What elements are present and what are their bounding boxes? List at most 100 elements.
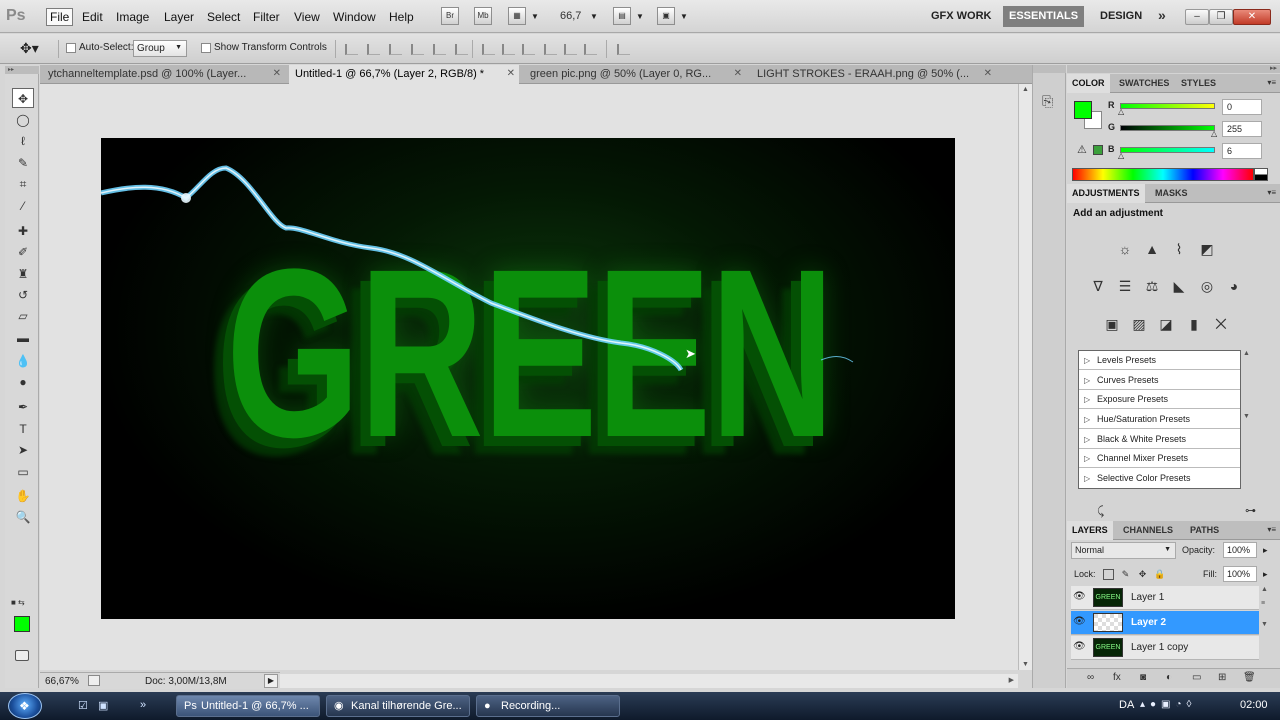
move-tool-icon[interactable]: ✥	[12, 88, 34, 108]
foreground-color-swatch[interactable]	[14, 616, 30, 632]
path-selection-tool-icon[interactable]: ➤	[12, 440, 34, 460]
distribute-hcenter-icon[interactable]	[564, 44, 577, 55]
posterize-icon[interactable]: ▨	[1129, 315, 1149, 333]
doc-tab-ytchanneltemplate[interactable]: ytchanneltemplate.psd @ 100% (Layer... ✕	[42, 65, 285, 84]
blend-mode-dropdown[interactable]: Normal ▼	[1071, 542, 1176, 559]
black-white-icon[interactable]: ◣	[1169, 277, 1189, 295]
auto-align-layers-icon[interactable]	[617, 44, 630, 55]
align-top-icon[interactable]	[345, 44, 358, 55]
gamut-warning-icon[interactable]: ⚠	[1077, 143, 1087, 156]
slider-thumb-icon[interactable]: △	[1211, 129, 1217, 138]
close-button[interactable]: ✕	[1233, 9, 1271, 25]
tab-channels[interactable]: CHANNELS	[1118, 521, 1178, 540]
channel-g-slider[interactable]	[1120, 125, 1215, 131]
blur-tool-icon[interactable]: 💧	[12, 351, 34, 371]
taskbar-recording[interactable]: ● Recording...	[476, 695, 620, 717]
zoom-level-field[interactable]: 66,7	[560, 10, 581, 22]
eyedropper-tool-icon[interactable]: ⁄	[12, 196, 34, 216]
tab-paths[interactable]: PATHS	[1185, 521, 1224, 540]
doc-tab-green-pic[interactable]: green pic.png @ 50% (Layer 0, RG... ✕	[524, 65, 746, 84]
vibrance-icon[interactable]: ∇	[1088, 277, 1108, 295]
lock-transparent-icon[interactable]	[1103, 569, 1114, 580]
visibility-eye-icon[interactable]: 👁	[1073, 616, 1086, 627]
channel-r-slider[interactable]	[1120, 103, 1215, 109]
panel-menu-icon[interactable]: ▾≡	[1267, 188, 1276, 197]
workspace-design[interactable]: DESIGN	[1094, 6, 1148, 27]
presets-scrollbar[interactable]: ▲ ▼	[1243, 350, 1253, 489]
photo-filter-icon[interactable]: ◎	[1197, 277, 1217, 295]
visibility-eye-icon[interactable]: 👁	[1073, 591, 1086, 602]
tab-styles[interactable]: STYLES	[1176, 74, 1221, 93]
shape-tool-icon[interactable]: ▭	[12, 462, 34, 482]
brush-tool-icon[interactable]: ✐	[12, 242, 34, 262]
canvas-workspace[interactable]: GREEN ➤	[40, 84, 1018, 670]
fill-field[interactable]: 100%	[1223, 566, 1257, 582]
brightness-contrast-icon[interactable]: ☼	[1115, 240, 1135, 258]
menu-filter[interactable]: Filter	[253, 10, 280, 24]
hue-saturation-icon[interactable]: ☰	[1115, 277, 1135, 295]
view-extras-button[interactable]: ▦	[508, 7, 526, 25]
close-tab-icon[interactable]: ✕	[273, 65, 281, 83]
distribute-vcenter-icon[interactable]	[502, 44, 515, 55]
foreground-color-swatch[interactable]	[1074, 101, 1092, 119]
distribute-left-icon[interactable]	[544, 44, 557, 55]
scroll-up-icon[interactable]: ▲	[1022, 86, 1029, 93]
taskbar-clock[interactable]: 02:00	[1240, 699, 1268, 711]
crop-tool-icon[interactable]: ⌗	[12, 174, 34, 194]
opacity-arrow-icon[interactable]: ▸	[1263, 545, 1268, 556]
channel-b-value[interactable]: 6	[1222, 143, 1262, 159]
curves-icon[interactable]: ⌇	[1169, 240, 1189, 258]
move-tool-preset-icon[interactable]: ✥▾	[20, 40, 39, 57]
launch-bridge-button[interactable]: Br	[441, 7, 459, 25]
selective-color-icon[interactable]: ⨉	[1211, 315, 1231, 333]
align-right-icon[interactable]	[455, 44, 468, 55]
adjustment-options-icon[interactable]: ⊶	[1245, 504, 1256, 517]
launch-minibridge-button[interactable]: Mb	[474, 7, 492, 25]
layer-row-layer-1[interactable]: 👁 GREEN Layer 1	[1071, 586, 1259, 610]
adjustment-layer-icon[interactable]: ◐	[1166, 672, 1172, 683]
default-colors-icon[interactable]: ■ ⇆	[11, 598, 25, 607]
layers-scrollbar[interactable]: ▲ ≡ ▼	[1261, 586, 1271, 661]
gamut-swatch[interactable]	[1093, 145, 1103, 155]
menu-layer[interactable]: Layer	[164, 10, 194, 24]
menu-view[interactable]: View	[294, 10, 320, 24]
workspace-gfx-work[interactable]: GFX WORK	[925, 6, 998, 27]
distribute-right-icon[interactable]	[584, 44, 597, 55]
channel-r-value[interactable]: 0	[1222, 99, 1262, 115]
levels-icon[interactable]: ▲	[1142, 240, 1162, 258]
add-mask-icon[interactable]: ◙	[1140, 672, 1146, 683]
channel-b-slider[interactable]	[1120, 147, 1215, 153]
zoom-caret-icon[interactable]: ▼	[590, 12, 598, 21]
system-tray-icons[interactable]: ▴●▣◔◊	[1140, 699, 1197, 710]
align-bottom-icon[interactable]	[389, 44, 402, 55]
link-layers-icon[interactable]: ∞	[1087, 672, 1094, 683]
show-transform-checkbox[interactable]	[201, 43, 211, 53]
channel-g-value[interactable]: 255	[1222, 121, 1262, 137]
menu-file[interactable]: File	[46, 8, 74, 26]
distribute-top-icon[interactable]	[482, 44, 495, 55]
preset-channel-mixer[interactable]: ▷ Channel Mixer Presets	[1079, 449, 1240, 468]
invert-icon[interactable]: ▣	[1102, 315, 1122, 333]
history-brush-tool-icon[interactable]: ↺	[12, 285, 34, 305]
tab-swatches[interactable]: SWATCHES	[1114, 74, 1174, 93]
auto-select-dropdown[interactable]: Group ▼	[133, 40, 187, 57]
collapse-tools-icon[interactable]: ▸▸	[5, 66, 39, 74]
clone-stamp-tool-icon[interactable]: ♜	[12, 264, 34, 284]
workspace-more-icon[interactable]: »	[1158, 7, 1166, 23]
opacity-field[interactable]: 100%	[1223, 542, 1257, 558]
view-extras-caret-icon[interactable]: ▼	[531, 12, 539, 21]
lock-all-icon[interactable]: 🔒	[1154, 569, 1165, 580]
preset-exposure[interactable]: ▷ Exposure Presets	[1079, 390, 1240, 409]
workspace-essentials[interactable]: ESSENTIALS	[1003, 6, 1085, 27]
doc-tab-untitled-1[interactable]: Untitled-1 @ 66,7% (Layer 2, RGB/8) * ✕	[289, 65, 519, 84]
dodge-tool-icon[interactable]: ●	[12, 372, 34, 392]
close-tab-icon[interactable]: ✕	[734, 65, 742, 83]
lock-image-icon[interactable]: ✎	[1120, 569, 1131, 580]
arrange-caret-icon[interactable]: ▼	[636, 12, 644, 21]
hand-tool-icon[interactable]: ✋	[12, 486, 34, 506]
gradient-tool-icon[interactable]: ▬	[12, 328, 34, 348]
preset-hue-saturation[interactable]: ▷ Hue/Saturation Presets	[1079, 410, 1240, 429]
auto-select-checkbox[interactable]	[66, 43, 76, 53]
status-info-icon[interactable]	[88, 675, 100, 686]
delete-layer-icon[interactable]: 🗑	[1243, 672, 1256, 683]
